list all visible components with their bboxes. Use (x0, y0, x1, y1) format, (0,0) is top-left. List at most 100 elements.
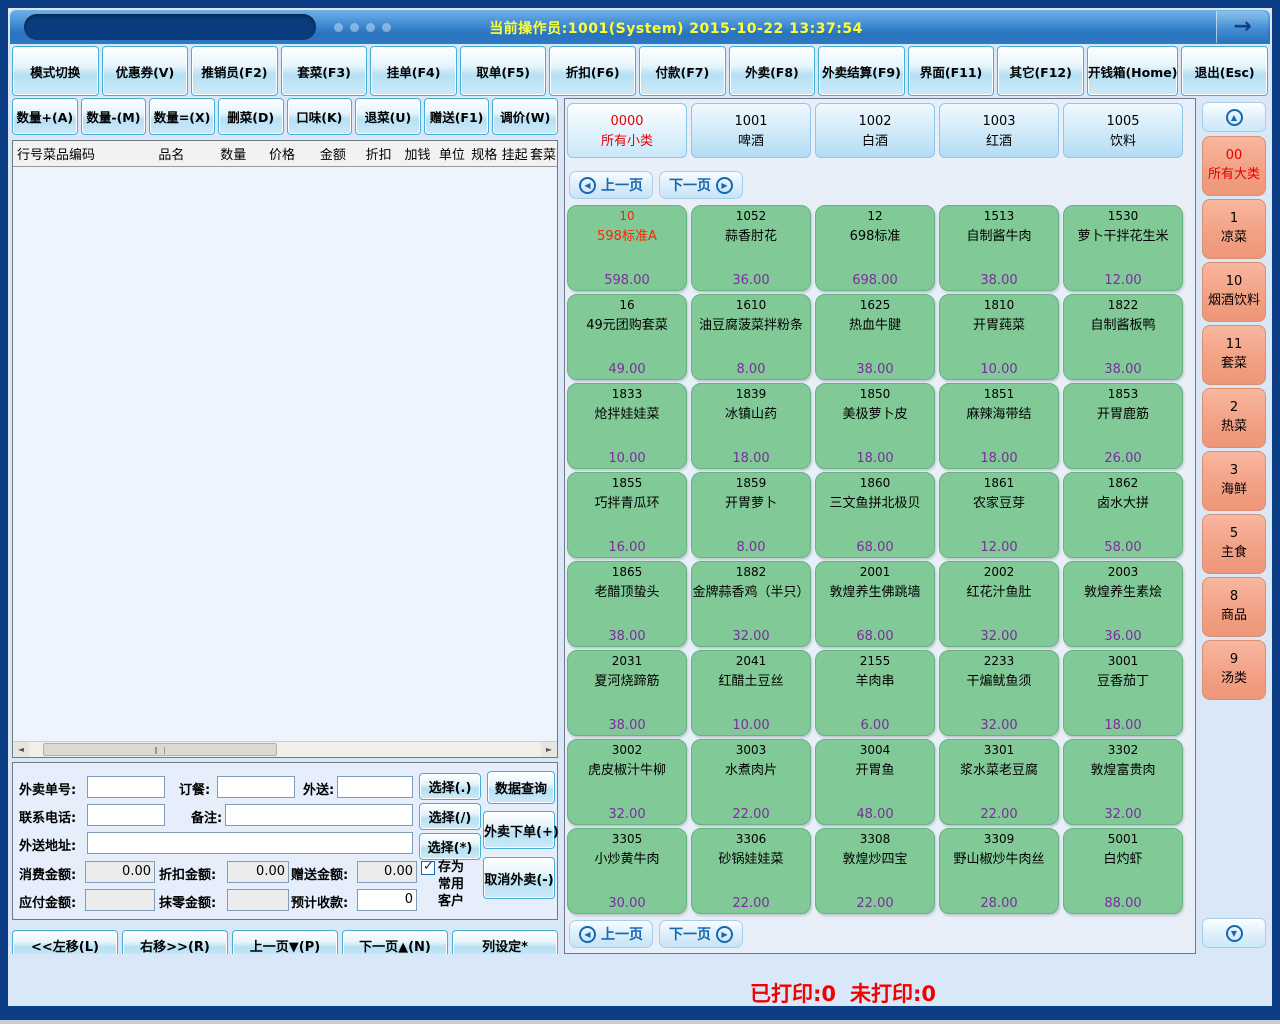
subcategory-tab[interactable]: 1002 白酒 (815, 103, 935, 158)
main-toolbar-button[interactable]: 界面(F11) (908, 46, 995, 96)
select-dot-button[interactable]: 选择(.) (419, 773, 481, 800)
big-category-button[interactable]: 2 热菜 (1202, 388, 1266, 448)
address-input[interactable] (87, 832, 413, 854)
main-toolbar-button[interactable]: 退出(Esc) (1181, 46, 1268, 96)
menu-item[interactable]: 3302 敦煌富贵肉 32.00 (1063, 739, 1183, 825)
menu-item[interactable]: 1862 卤水大拼 58.00 (1063, 472, 1183, 558)
big-category-button[interactable]: 9 汤类 (1202, 640, 1266, 700)
prev-page-button[interactable]: ◀ 上一页 (569, 171, 653, 199)
menu-item[interactable]: 10 598标准A 598.00 (567, 205, 687, 291)
order-list[interactable] (13, 167, 557, 741)
subcategory-tab[interactable]: 1001 啤酒 (691, 103, 811, 158)
order-toolbar-button[interactable]: 数量+(A) (12, 98, 78, 135)
menu-item[interactable]: 2041 红醋土豆丝 10.00 (691, 650, 811, 736)
menu-item[interactable]: 16 49元团购套菜 49.00 (567, 294, 687, 380)
note-input[interactable] (225, 804, 413, 826)
main-toolbar-button[interactable]: 取单(F5) (460, 46, 547, 96)
menu-item[interactable]: 3305 小炒黄牛肉 30.00 (567, 828, 687, 914)
order-toolbar-button[interactable]: 赠送(F1) (424, 98, 490, 135)
menu-item[interactable]: 1839 冰镇山药 18.00 (691, 383, 811, 469)
menu-item[interactable]: 1853 开胃鹿筋 26.00 (1063, 383, 1183, 469)
order-toolbar-button[interactable]: 退菜(U) (355, 98, 421, 135)
place-takeout-order-button[interactable]: 外卖下单(+) (483, 811, 555, 849)
menu-item[interactable]: 1850 美极萝卜皮 18.00 (815, 383, 935, 469)
scrollbar-thumb[interactable] (43, 743, 277, 756)
menu-item[interactable]: 3306 砂锅娃娃菜 22.00 (691, 828, 811, 914)
menu-item[interactable]: 1833 炝拌娃娃菜 10.00 (567, 383, 687, 469)
menu-item[interactable]: 3301 浆水菜老豆腐 22.00 (939, 739, 1059, 825)
horizontal-scrollbar[interactable]: ◄ ► (13, 741, 557, 757)
big-category-button[interactable]: 11 套菜 (1202, 325, 1266, 385)
main-toolbar-button[interactable]: 套菜(F3) (281, 46, 368, 96)
order-toolbar-button[interactable]: 删菜(D) (218, 98, 284, 135)
main-toolbar-button[interactable]: 推销员(F2) (191, 46, 278, 96)
checkbox-icon[interactable] (421, 861, 435, 875)
menu-item[interactable]: 2001 敦煌养生佛跳墙 68.00 (815, 561, 935, 647)
subcategory-tab[interactable]: 1005 饮料 (1063, 103, 1183, 158)
menu-item[interactable]: 1052 蒜香肘花 36.00 (691, 205, 811, 291)
main-toolbar-button[interactable]: 付款(F7) (639, 46, 726, 96)
big-category-button[interactable]: 1 凉菜 (1202, 199, 1266, 259)
subcategory-tab[interactable]: 0000 所有小类 (567, 103, 687, 158)
order-toolbar-button[interactable]: 调价(W) (492, 98, 558, 135)
big-category-button[interactable]: 3 海鲜 (1202, 451, 1266, 511)
main-toolbar-button[interactable]: 折扣(F6) (549, 46, 636, 96)
main-toolbar-button[interactable]: 挂单(F4) (370, 46, 457, 96)
menu-item[interactable]: 2233 干煸鱿鱼须 32.00 (939, 650, 1059, 736)
main-toolbar-button[interactable]: 优惠券(V) (102, 46, 189, 96)
menu-item[interactable]: 3003 水煮肉片 22.00 (691, 739, 811, 825)
main-toolbar-button[interactable]: 开钱箱(Home) (1087, 46, 1178, 96)
main-toolbar-button[interactable]: 其它(F12) (997, 46, 1084, 96)
menu-item[interactable]: 1513 自制酱牛肉 38.00 (939, 205, 1059, 291)
main-toolbar-button[interactable]: 外卖(F8) (729, 46, 816, 96)
menu-item[interactable]: 1860 三文鱼拼北极贝 68.00 (815, 472, 935, 558)
menu-item[interactable]: 1855 巧拌青瓜环 16.00 (567, 472, 687, 558)
data-query-button[interactable]: 数据查询 (487, 771, 555, 804)
big-category-button[interactable]: 5 主食 (1202, 514, 1266, 574)
expected-amount-input[interactable]: 0 (357, 889, 417, 911)
menu-item[interactable]: 2031 夏河烧蹄筋 38.00 (567, 650, 687, 736)
order-toolbar-button[interactable]: 口味(K) (287, 98, 353, 135)
grid-prev-page-button[interactable]: ◀ 上一页 (569, 920, 653, 948)
big-category-button[interactable]: 10 烟酒饮料 (1202, 262, 1266, 322)
subcategory-tab[interactable]: 1003 红酒 (939, 103, 1059, 158)
menu-item[interactable]: 12 698标准 698.00 (815, 205, 935, 291)
menu-item[interactable]: 1530 萝卜干拌花生米 12.00 (1063, 205, 1183, 291)
category-scroll-up-button[interactable]: ▲ (1202, 102, 1266, 132)
main-toolbar-button[interactable]: 模式切换 (12, 46, 99, 96)
phone-input[interactable] (87, 804, 165, 826)
menu-item[interactable]: 2155 羊肉串 6.00 (815, 650, 935, 736)
big-category-button[interactable]: 00 所有大类 (1202, 136, 1266, 196)
order-no-input[interactable] (87, 776, 165, 798)
menu-item[interactable]: 1810 开胃莼菜 10.00 (939, 294, 1059, 380)
select-slash-button[interactable]: 选择(/) (419, 803, 481, 830)
menu-item[interactable]: 1822 自制酱板鸭 38.00 (1063, 294, 1183, 380)
menu-item[interactable]: 1851 麻辣海带结 18.00 (939, 383, 1059, 469)
delivery-input[interactable] (337, 776, 413, 798)
order-toolbar-button[interactable]: 数量-(M) (81, 98, 147, 135)
scroll-right-icon[interactable]: ► (541, 742, 557, 757)
select-star-button[interactable]: 选择(*) (419, 833, 481, 860)
menu-item[interactable]: 1625 热血牛腱 38.00 (815, 294, 935, 380)
menu-item[interactable]: 1610 油豆腐菠菜拌粉条 8.00 (691, 294, 811, 380)
menu-item[interactable]: 3308 敦煌炒四宝 22.00 (815, 828, 935, 914)
menu-item[interactable]: 3309 野山椒炒牛肉丝 28.00 (939, 828, 1059, 914)
order-toolbar-button[interactable]: 数量=(X) (149, 98, 215, 135)
menu-item[interactable]: 2002 红花汁鱼肚 32.00 (939, 561, 1059, 647)
titlebar-arrow-button[interactable]: → (1216, 11, 1268, 43)
menu-item[interactable]: 2003 敦煌养生素烩 36.00 (1063, 561, 1183, 647)
big-category-button[interactable]: 8 商品 (1202, 577, 1266, 637)
menu-item[interactable]: 1859 开胃萝卜 8.00 (691, 472, 811, 558)
menu-item[interactable]: 1861 农家豆芽 12.00 (939, 472, 1059, 558)
scroll-left-icon[interactable]: ◄ (13, 742, 29, 757)
grid-next-page-button[interactable]: 下一页 ▶ (659, 920, 743, 948)
cancel-takeout-button[interactable]: 取消外卖(-) (483, 857, 555, 899)
menu-item[interactable]: 3002 虎皮椒汁牛柳 32.00 (567, 739, 687, 825)
category-scroll-down-button[interactable]: ▼ (1202, 918, 1266, 948)
menu-item[interactable]: 1882 金牌蒜香鸡（半只） 32.00 (691, 561, 811, 647)
menu-item[interactable]: 1865 老醋顶蛰头 38.00 (567, 561, 687, 647)
menu-item[interactable]: 5001 白灼虾 88.00 (1063, 828, 1183, 914)
booking-input[interactable] (217, 776, 295, 798)
main-toolbar-button[interactable]: 外卖结算(F9) (818, 46, 905, 96)
next-page-button[interactable]: 下一页 ▶ (659, 171, 743, 199)
